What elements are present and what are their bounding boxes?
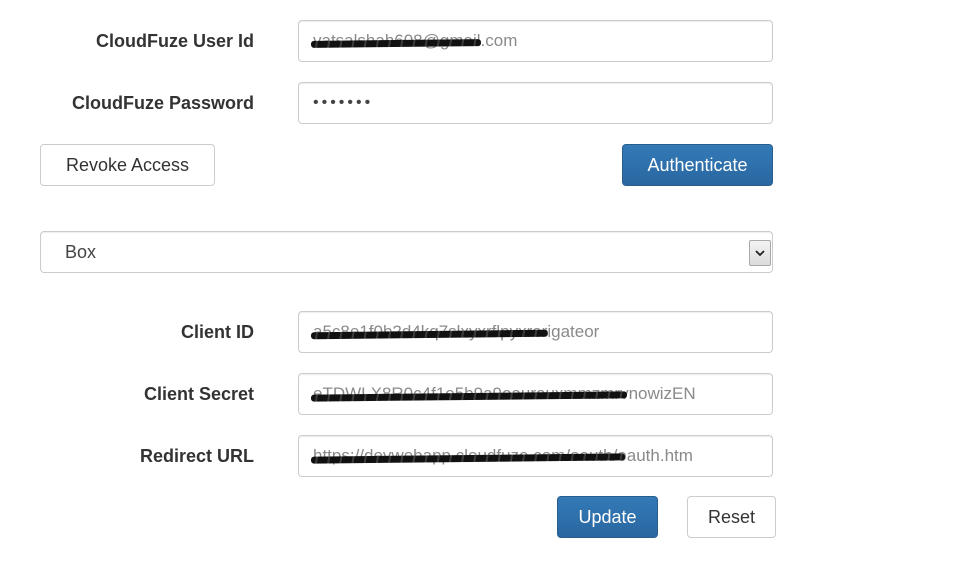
password-value: ••••••• xyxy=(313,94,374,111)
reset-button[interactable]: Reset xyxy=(687,496,776,538)
redirect-url-value: https://devwebapp.cloudfuze.com/oauth/oa… xyxy=(313,446,693,465)
revoke-access-button[interactable]: Revoke Access xyxy=(40,144,215,186)
client-secret-value: eTDWLX8R0c4f1e5b9a9oaurouxmmzmrvnowizEN xyxy=(313,384,696,403)
redirect-url-input[interactable]: https://devwebapp.cloudfuze.com/oauth/oa… xyxy=(298,435,773,477)
authenticate-button[interactable]: Authenticate xyxy=(622,144,773,186)
provider-selected-value: Box xyxy=(65,241,97,262)
client-secret-label: Client Secret xyxy=(143,384,254,404)
password-input[interactable]: ••••••• xyxy=(298,82,773,124)
user-id-label: CloudFuze User Id xyxy=(95,31,254,51)
cloudfuze-settings-form: CloudFuze User Id vatsalshah608@gmail.co… xyxy=(0,0,975,571)
redirect-url-label: Redirect URL xyxy=(139,446,254,466)
client-id-value: a5c8e1f0b2d4kq7slxyxrflpyxrorigateor xyxy=(313,322,600,341)
user-id-value: vatsalshah608@gmail.com xyxy=(313,31,518,50)
client-secret-input[interactable]: eTDWLX8R0c4f1e5b9a9oaurouxmmzmrvnowizEN xyxy=(298,373,773,415)
provider-select[interactable]: Box xyxy=(40,231,773,273)
chevron-down-icon[interactable] xyxy=(749,240,771,266)
client-id-input[interactable]: a5c8e1f0b2d4kq7slxyxrflpyxrorigateor xyxy=(298,311,773,353)
password-label: CloudFuze Password xyxy=(71,93,254,113)
update-button[interactable]: Update xyxy=(557,496,658,538)
user-id-input[interactable]: vatsalshah608@gmail.com xyxy=(298,20,773,62)
client-id-label: Client ID xyxy=(180,322,254,342)
